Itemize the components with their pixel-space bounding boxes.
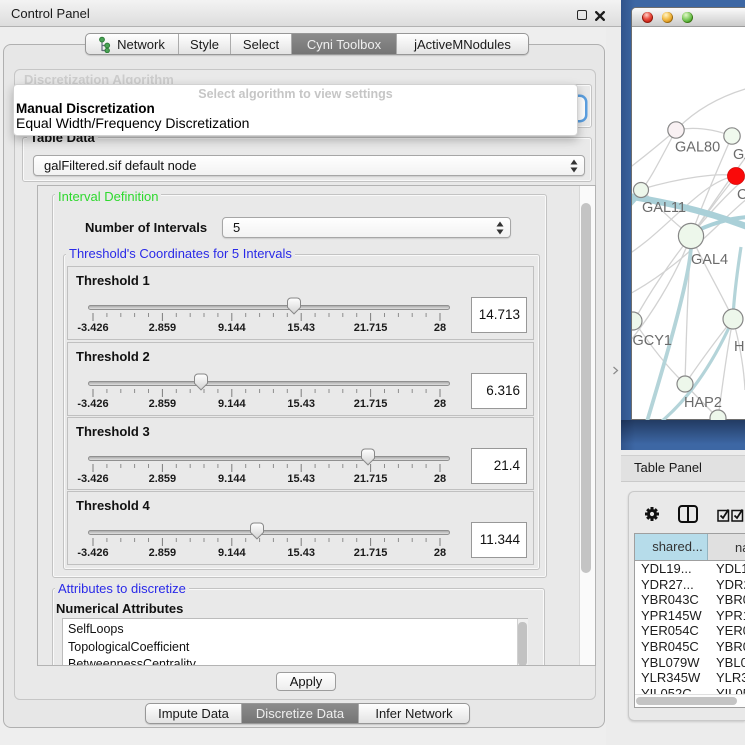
svg-text:GAL80: GAL80	[675, 140, 720, 156]
svg-text:C: C	[737, 187, 745, 203]
svg-text:GAL11: GAL11	[642, 200, 686, 216]
svg-text:GA: GA	[733, 147, 745, 163]
svg-text:GCY1: GCY1	[633, 333, 673, 349]
svg-text:HAP2: HAP2	[684, 395, 722, 411]
svg-text:GAL4: GAL4	[691, 252, 728, 268]
svg-text:H: H	[734, 339, 744, 355]
